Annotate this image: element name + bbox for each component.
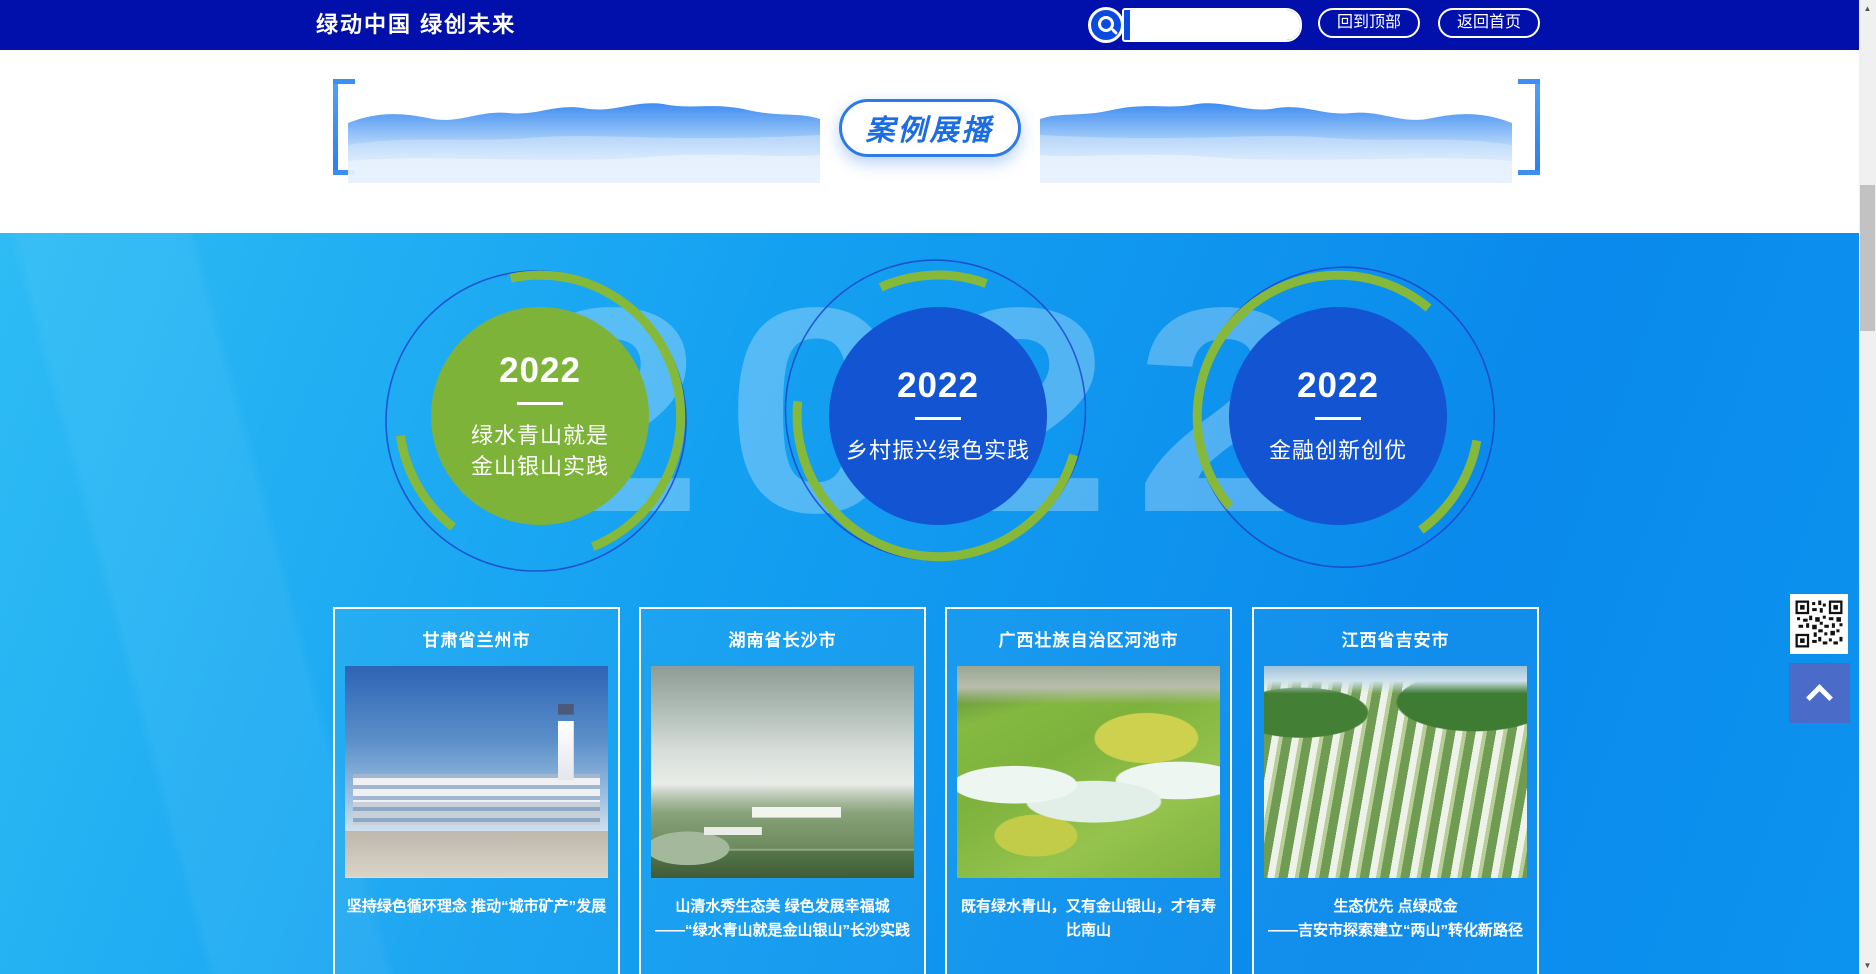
- top-bar: 绿动中国 绿创未来 搜索 回到顶部 返回首页: [0, 0, 1859, 50]
- card-caption: 坚持绿色循环理念 推动“城市矿产”发展: [346, 895, 607, 919]
- scroll-top-button[interactable]: [1789, 663, 1850, 723]
- badge-divider: [1315, 417, 1361, 420]
- mountains-left-decoration: [348, 83, 820, 183]
- badge-divider: [517, 402, 563, 405]
- badge-year: 2022: [1297, 366, 1379, 406]
- case-card-hechi[interactable]: 广西壮族自治区河池市 既有绿水青山，又有金山银山，才有寿比南山: [945, 607, 1232, 974]
- site-slogan: 绿动中国 绿创未来: [316, 0, 516, 50]
- section-title: 案例展播: [865, 107, 993, 149]
- badge-financial-innovation: 2022 金融创新创优: [1173, 251, 1503, 581]
- chevron-up-icon: [1806, 684, 1833, 711]
- showcase-section: 2022 2022 绿水青山就是 金山银山实践 2022: [0, 233, 1859, 974]
- caption-line: 既有绿水青山，又有金山银山，才有寿比南山: [958, 895, 1219, 943]
- badge-circle[interactable]: 2022 绿水青山就是 金山银山实践: [431, 307, 649, 525]
- badge-label-line: 金山银山实践: [471, 451, 609, 482]
- search-form: 搜索: [1122, 8, 1302, 42]
- caption-line: 山清水秀生态美 绿色发展幸福城: [652, 895, 913, 919]
- card-city-title: 江西省吉安市: [1254, 626, 1537, 651]
- card-city-title: 广西壮族自治区河池市: [947, 626, 1230, 651]
- badge-year: 2022: [897, 366, 979, 406]
- search-icon[interactable]: [1088, 7, 1124, 43]
- case-card-changsha[interactable]: 湖南省长沙市 山清水秀生态美 绿色发展幸福城 ——“绿水青山就是金山银山”长沙实…: [639, 607, 926, 974]
- caption-line: 坚持绿色循环理念 推动“城市矿产”发展: [346, 895, 607, 919]
- badge-two-mountains-practice: 2022 绿水青山就是 金山银山实践: [375, 251, 705, 581]
- card-city-title: 甘肃省兰州市: [335, 626, 618, 651]
- badge-label-line: 金融创新创优: [1269, 435, 1407, 466]
- hechi-river-fields-photo: [957, 666, 1220, 878]
- qr-pattern: [1794, 599, 1844, 649]
- badge-circle[interactable]: 2022 乡村振兴绿色实践: [829, 307, 1047, 525]
- case-card-jian[interactable]: 江西省吉安市 生态优先 点绿成金 ——吉安市探索建立“两山”转化新路径: [1252, 607, 1539, 974]
- scrollbar[interactable]: ▲ ▼: [1859, 0, 1876, 974]
- search-input[interactable]: [1130, 10, 1302, 40]
- badge-label-line: 乡村振兴绿色实践: [846, 435, 1030, 466]
- scrollbar-down-arrow[interactable]: ▼: [1859, 957, 1876, 974]
- lanzhou-industrial-building-photo: [345, 666, 608, 878]
- bracket-right-decoration: [1518, 79, 1540, 175]
- badge-year: 2022: [499, 351, 581, 391]
- caption-line: ——“绿水青山就是金山银山”长沙实践: [652, 919, 913, 943]
- banner-section: 案例展播: [0, 50, 1859, 233]
- caption-line: ——吉安市探索建立“两山”转化新路径: [1265, 919, 1526, 943]
- caption-line: 生态优先 点绿成金: [1265, 895, 1526, 919]
- badge-rural-revitalization: 2022 乡村振兴绿色实践: [773, 251, 1103, 581]
- magnifier-glyph: [1098, 16, 1114, 32]
- card-caption: 生态优先 点绿成金 ——吉安市探索建立“两山”转化新路径: [1265, 895, 1526, 943]
- card-caption: 山清水秀生态美 绿色发展幸福城 ——“绿水青山就是金山银山”长沙实践: [652, 895, 913, 943]
- qr-code: [1790, 594, 1848, 654]
- back-to-top-button[interactable]: 回到顶部: [1318, 8, 1420, 38]
- scrollbar-up-arrow[interactable]: ▲: [1859, 0, 1876, 17]
- mountains-right-decoration: [1040, 83, 1512, 183]
- badge-divider: [915, 417, 961, 420]
- jian-terraced-fields-photo: [1264, 666, 1527, 878]
- scrollbar-thumb[interactable]: [1860, 185, 1875, 331]
- changsha-misty-village-photo: [651, 666, 914, 878]
- card-city-title: 湖南省长沙市: [641, 626, 924, 651]
- page: 绿动中国 绿创未来 搜索 回到顶部 返回首页: [0, 0, 1859, 974]
- case-card-lanzhou[interactable]: 甘肃省兰州市 坚持绿色循环理念 推动“城市矿产”发展: [333, 607, 620, 974]
- badge-label-line: 绿水青山就是: [471, 420, 609, 451]
- badge-circle[interactable]: 2022 金融创新创优: [1229, 307, 1447, 525]
- section-title-pill: 案例展播: [839, 99, 1021, 157]
- card-caption: 既有绿水青山，又有金山银山，才有寿比南山: [958, 895, 1219, 943]
- back-home-button[interactable]: 返回首页: [1438, 8, 1540, 38]
